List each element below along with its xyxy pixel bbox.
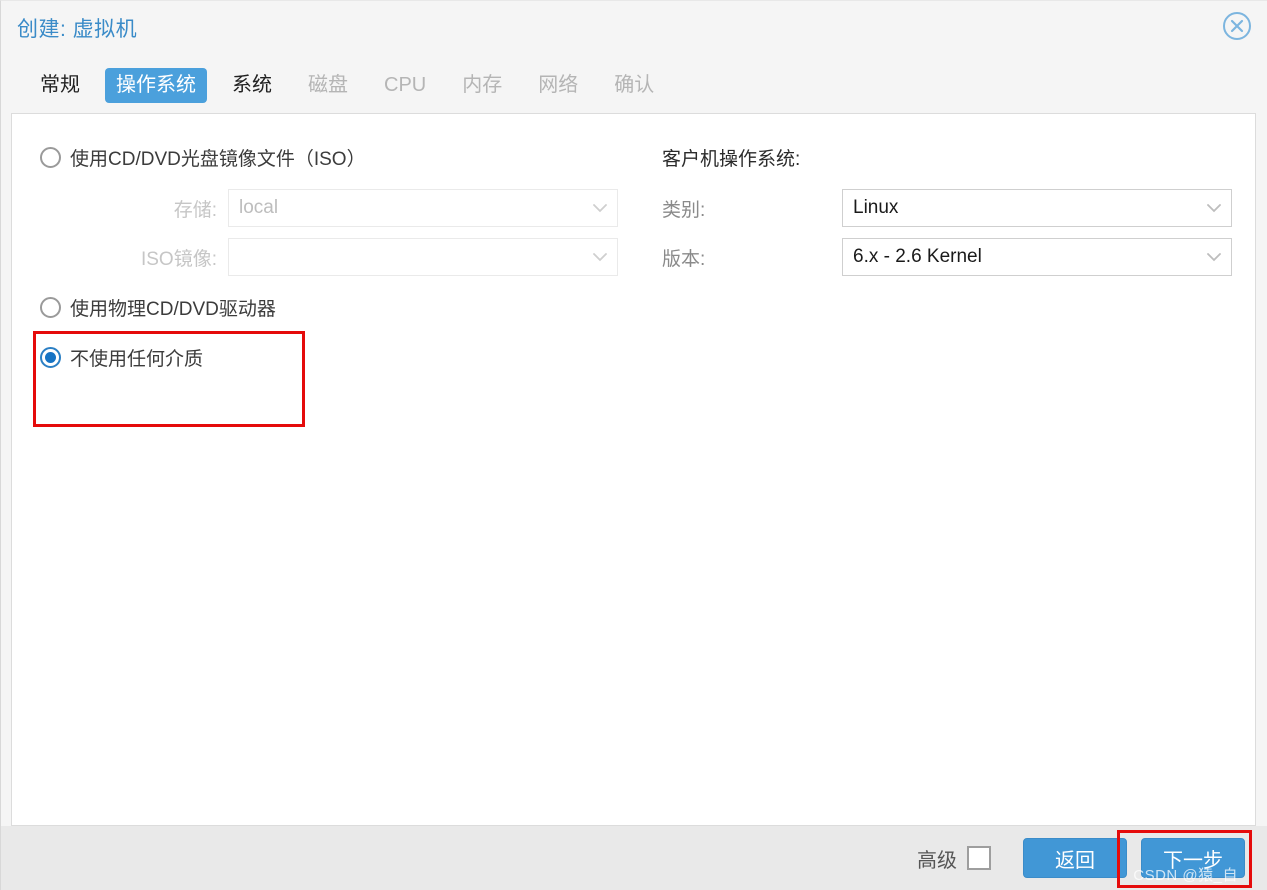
tab-cpu: CPU <box>373 68 437 103</box>
os-type-select[interactable]: Linux <box>842 189 1232 227</box>
radio-physical-indicator[interactable] <box>40 297 61 318</box>
storage-label: 存储: <box>42 195 217 222</box>
radio-use-physical-drive[interactable]: 使用物理CD/DVD驱动器 <box>40 294 276 321</box>
iso-image-label: ISO镜像: <box>42 244 217 271</box>
back-button[interactable]: 返回 <box>1023 838 1127 878</box>
content-wrapper: 使用CD/DVD光盘镜像文件（ISO） 存储: local ISO镜像: <box>1 113 1267 826</box>
chevron-down-icon <box>593 253 607 262</box>
tab-disk: 磁盘 <box>297 68 359 103</box>
iso-image-select[interactable] <box>228 238 618 276</box>
tab-confirm: 确认 <box>603 68 665 103</box>
tab-system[interactable]: 系统 <box>221 68 283 103</box>
tab-general[interactable]: 常规 <box>29 68 91 103</box>
dialog-footer: 高级 返回 下一步 CSDN @猿_自 <box>1 826 1267 890</box>
dialog-titlebar: 创建: 虚拟机 <box>1 1 1267 57</box>
guest-os-heading: 客户机操作系统: <box>662 144 800 171</box>
os-type-select-value: Linux <box>853 197 898 219</box>
tab-bar: 常规 操作系统 系统 磁盘 CPU 内存 网络 确认 <box>1 57 1267 113</box>
tab-os[interactable]: 操作系统 <box>105 68 207 103</box>
storage-select-value: local <box>239 197 278 219</box>
os-type-label: 类别: <box>662 195 842 222</box>
next-button[interactable]: 下一步 <box>1141 838 1245 878</box>
dialog-title: 创建: 虚拟机 <box>17 13 137 43</box>
chevron-down-icon <box>1207 253 1221 262</box>
advanced-label: 高级 <box>917 844 957 873</box>
radio-use-iso-image[interactable]: 使用CD/DVD光盘镜像文件（ISO） <box>40 144 366 171</box>
radio-no-media-indicator[interactable] <box>40 347 61 368</box>
radio-no-media-label: 不使用任何介质 <box>70 344 203 371</box>
radio-physical-label: 使用物理CD/DVD驱动器 <box>70 294 276 321</box>
os-tab-panel: 使用CD/DVD光盘镜像文件（ISO） 存储: local ISO镜像: <box>11 113 1256 826</box>
guest-os-column: 客户机操作系统: 类别: Linux 版本: 6.x - 2.6 Kernel <box>652 114 1252 825</box>
os-version-field-row: 版本: 6.x - 2.6 Kernel <box>662 238 1232 276</box>
os-version-select-value: 6.x - 2.6 Kernel <box>853 246 982 268</box>
os-version-label: 版本: <box>662 244 842 271</box>
os-type-field-row: 类别: Linux <box>662 189 1232 227</box>
chevron-down-icon <box>1207 204 1221 213</box>
tab-memory: 内存 <box>451 68 513 103</box>
radio-no-media[interactable]: 不使用任何介质 <box>40 344 203 371</box>
os-version-select[interactable]: 6.x - 2.6 Kernel <box>842 238 1232 276</box>
radio-iso-label: 使用CD/DVD光盘镜像文件（ISO） <box>70 144 366 171</box>
radio-iso-indicator[interactable] <box>40 147 61 168</box>
advanced-checkbox[interactable] <box>967 846 991 870</box>
chevron-down-icon <box>593 204 607 213</box>
create-vm-dialog: 创建: 虚拟机 常规 操作系统 系统 磁盘 CPU 内存 网络 确认 使用CD/… <box>0 0 1267 890</box>
storage-field-row: 存储: local <box>42 189 618 227</box>
close-icon[interactable] <box>1220 9 1254 43</box>
storage-select[interactable]: local <box>228 189 618 227</box>
media-selection-column: 使用CD/DVD光盘镜像文件（ISO） 存储: local ISO镜像: <box>12 114 652 825</box>
iso-image-field-row: ISO镜像: <box>42 238 618 276</box>
tab-network: 网络 <box>527 68 589 103</box>
